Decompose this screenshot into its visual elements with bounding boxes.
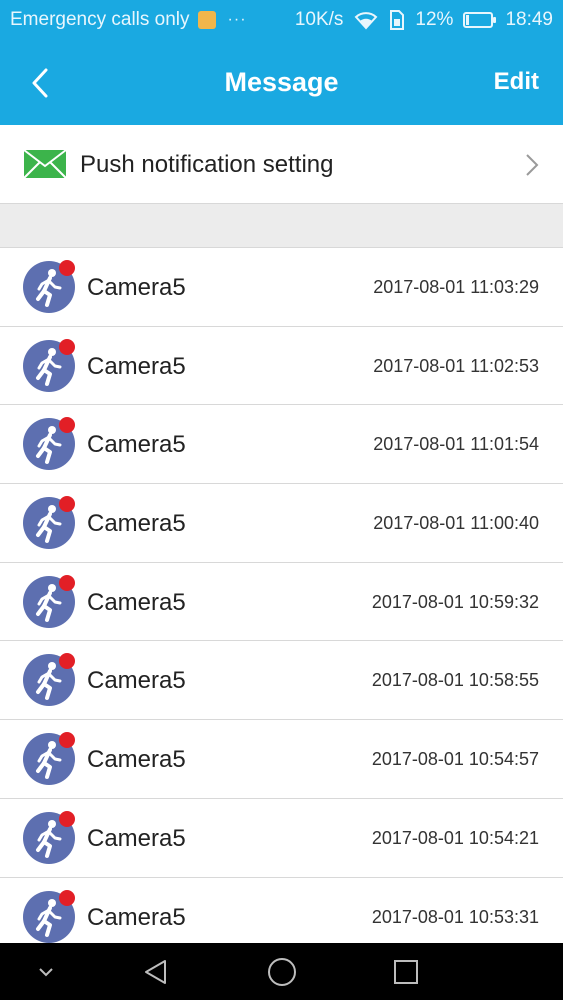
camera-avatar bbox=[23, 496, 75, 550]
back-nav-button[interactable] bbox=[136, 943, 176, 1000]
more-notifications-icon: ··· bbox=[227, 11, 247, 28]
camera-avatar bbox=[23, 653, 75, 707]
message-timestamp: 2017-08-01 10:59:32 bbox=[371, 591, 539, 612]
camera-avatar bbox=[23, 732, 75, 786]
camera-name: Camera5 bbox=[87, 431, 186, 459]
message-row[interactable]: Camera5 2017-08-01 11:03:29 bbox=[0, 248, 563, 327]
app-header: Message Edit bbox=[0, 40, 563, 125]
message-row[interactable]: Camera5 2017-08-01 10:54:57 bbox=[0, 720, 563, 799]
battery-fill bbox=[466, 15, 470, 25]
unread-badge bbox=[59, 574, 75, 591]
camera-name: Camera5 bbox=[87, 510, 186, 538]
camera-name: Camera5 bbox=[87, 274, 186, 301]
unread-badge bbox=[59, 889, 75, 906]
message-timestamp: 2017-08-01 10:54:57 bbox=[371, 749, 539, 770]
camera-avatar bbox=[23, 260, 75, 313]
message-timestamp: 2017-08-01 11:02:53 bbox=[373, 355, 539, 376]
unread-badge bbox=[59, 810, 75, 827]
camera-name: Camera5 bbox=[87, 903, 186, 931]
camera-avatar bbox=[23, 417, 75, 471]
carrier-text: Emergency calls only bbox=[10, 9, 190, 30]
unread-badge bbox=[59, 496, 75, 513]
network-speed: 10K/s bbox=[294, 9, 344, 30]
wifi-icon bbox=[353, 10, 379, 30]
clock: 18:49 bbox=[505, 9, 553, 30]
unread-badge bbox=[59, 338, 75, 355]
push-notification-setting-row[interactable]: Push notification setting bbox=[0, 125, 563, 204]
back-triangle-icon bbox=[145, 959, 166, 984]
push-notification-label: Push notification setting bbox=[80, 151, 334, 178]
status-bar-right: 10K/s 12% 18:49 bbox=[295, 9, 553, 31]
camera-name: Camera5 bbox=[87, 667, 186, 695]
recents-nav-button[interactable] bbox=[386, 943, 426, 1000]
message-timestamp: 2017-08-01 11:03:29 bbox=[373, 277, 539, 297]
home-nav-button[interactable] bbox=[262, 943, 302, 1000]
edit-button[interactable]: Edit bbox=[494, 68, 539, 96]
camera-avatar bbox=[23, 889, 75, 943]
section-divider bbox=[0, 204, 563, 248]
chevron-right-icon bbox=[526, 154, 539, 176]
camera-name: Camera5 bbox=[87, 588, 186, 616]
sim-icon bbox=[389, 10, 405, 30]
message-timestamp: 2017-08-01 10:54:21 bbox=[371, 827, 539, 848]
message-row[interactable]: Camera5 2017-08-01 10:58:55 bbox=[0, 641, 563, 721]
status-bar: Emergency calls only ··· 10K/s 12% 18:49 bbox=[0, 0, 563, 40]
unread-badge bbox=[59, 260, 75, 276]
recents-square-icon bbox=[394, 959, 418, 984]
chevron-down-icon bbox=[39, 967, 53, 976]
battery-icon bbox=[463, 12, 497, 28]
battery-percent: 12% bbox=[415, 9, 454, 30]
navigation-bar bbox=[0, 943, 563, 1000]
message-timestamp: 2017-08-01 10:53:31 bbox=[371, 906, 539, 927]
message-row[interactable]: Camera5 2017-08-01 11:00:40 bbox=[0, 484, 563, 563]
hide-nav-button[interactable] bbox=[26, 943, 66, 1000]
camera-name: Camera5 bbox=[87, 352, 186, 380]
message-timestamp: 2017-08-01 10:58:55 bbox=[371, 670, 539, 691]
camera-name: Camera5 bbox=[87, 824, 186, 852]
camera-name: Camera5 bbox=[87, 746, 186, 774]
unread-badge bbox=[59, 732, 75, 749]
message-list: Camera5 2017-08-01 11:03:29 Camera5 2017-08… bbox=[0, 248, 563, 957]
message-timestamp: 2017-08-01 11:01:54 bbox=[373, 434, 539, 455]
message-row[interactable]: Camera5 2017-08-01 10:54:21 bbox=[0, 798, 563, 878]
mail-icon bbox=[23, 149, 67, 179]
message-row[interactable]: Camera5 2017-08-01 11:01:54 bbox=[0, 405, 563, 485]
camera-avatar bbox=[23, 574, 75, 628]
camera-avatar bbox=[23, 810, 75, 864]
message-timestamp: 2017-08-01 11:00:40 bbox=[373, 513, 539, 534]
app-notification-icon bbox=[197, 11, 216, 29]
status-bar-left: Emergency calls only ··· bbox=[10, 9, 247, 31]
home-circle-icon bbox=[268, 957, 296, 986]
page-title: Message bbox=[224, 67, 339, 97]
message-row[interactable]: Camera5 2017-08-01 11:02:53 bbox=[0, 326, 563, 406]
camera-avatar bbox=[23, 338, 75, 392]
message-row[interactable]: Camera5 2017-08-01 10:59:32 bbox=[0, 562, 563, 642]
